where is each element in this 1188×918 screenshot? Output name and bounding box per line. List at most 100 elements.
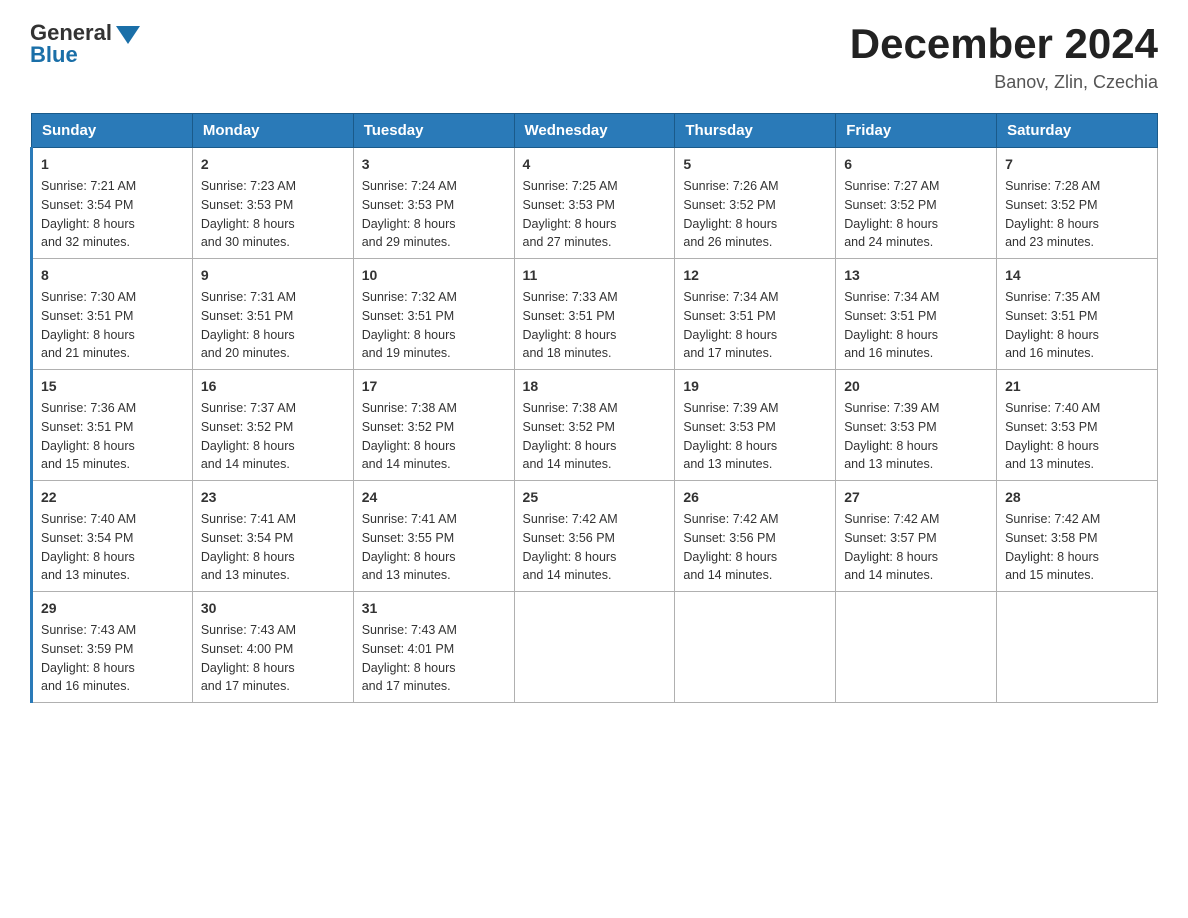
day-info: Sunrise: 7:28 AM Sunset: 3:52 PM Dayligh… (1005, 179, 1100, 249)
calendar-cell: 5 Sunrise: 7:26 AM Sunset: 3:52 PM Daylig… (675, 148, 836, 259)
day-number: 1 (41, 154, 184, 175)
day-number: 27 (844, 487, 988, 508)
day-info: Sunrise: 7:32 AM Sunset: 3:51 PM Dayligh… (362, 290, 457, 360)
calendar-week-row: 29 Sunrise: 7:43 AM Sunset: 3:59 PM Dayli… (32, 592, 1158, 703)
calendar-cell: 2 Sunrise: 7:23 AM Sunset: 3:53 PM Daylig… (192, 148, 353, 259)
calendar-cell: 16Sunrise: 7:37 AM Sunset: 3:52 PM Dayli… (192, 370, 353, 481)
day-number: 31 (362, 598, 506, 619)
calendar-cell: 23 Sunrise: 7:41 AM Sunset: 3:54 PM Dayli… (192, 481, 353, 592)
calendar-cell: 19Sunrise: 7:39 AM Sunset: 3:53 PM Dayli… (675, 370, 836, 481)
day-info: Sunrise: 7:38 AM Sunset: 3:52 PM Dayligh… (523, 401, 618, 471)
calendar-cell (514, 592, 675, 703)
day-number: 6 (844, 154, 988, 175)
day-number: 30 (201, 598, 345, 619)
calendar-cell: 10 Sunrise: 7:32 AM Sunset: 3:51 PM Dayli… (353, 259, 514, 370)
day-info: Sunrise: 7:36 AM Sunset: 3:51 PM Dayligh… (41, 401, 136, 471)
calendar-header: SundayMondayTuesdayWednesdayThursdayFrid… (32, 114, 1158, 148)
calendar-cell (675, 592, 836, 703)
day-info: Sunrise: 7:30 AM Sunset: 3:51 PM Dayligh… (41, 290, 136, 360)
page-header: General Blue December 2024 Banov, Zlin, … (30, 20, 1158, 93)
weekday-header-tuesday: Tuesday (353, 114, 514, 148)
day-number: 24 (362, 487, 506, 508)
weekday-header-sunday: Sunday (32, 114, 193, 148)
calendar-cell: 21 Sunrise: 7:40 AM Sunset: 3:53 PM Dayli… (997, 370, 1158, 481)
day-info: Sunrise: 7:40 AM Sunset: 3:54 PM Dayligh… (41, 512, 136, 582)
calendar-cell: 27 Sunrise: 7:42 AM Sunset: 3:57 PM Dayli… (836, 481, 997, 592)
day-info: Sunrise: 7:43 AM Sunset: 4:00 PM Dayligh… (201, 623, 296, 693)
day-info: Sunrise: 7:27 AM Sunset: 3:52 PM Dayligh… (844, 179, 939, 249)
day-number: 4 (523, 154, 667, 175)
month-title: December 2024 (850, 20, 1158, 68)
day-number: 23 (201, 487, 345, 508)
calendar-cell: 26Sunrise: 7:42 AM Sunset: 3:56 PM Dayli… (675, 481, 836, 592)
day-info: Sunrise: 7:42 AM Sunset: 3:58 PM Dayligh… (1005, 512, 1100, 582)
day-number: 22 (41, 487, 184, 508)
day-number: 8 (41, 265, 184, 286)
weekday-header-row: SundayMondayTuesdayWednesdayThursdayFrid… (32, 114, 1158, 148)
day-info: Sunrise: 7:24 AM Sunset: 3:53 PM Dayligh… (362, 179, 457, 249)
calendar-cell: 11 Sunrise: 7:33 AM Sunset: 3:51 PM Dayli… (514, 259, 675, 370)
day-info: Sunrise: 7:38 AM Sunset: 3:52 PM Dayligh… (362, 401, 457, 471)
calendar-week-row: 1 Sunrise: 7:21 AM Sunset: 3:54 PM Daylig… (32, 148, 1158, 259)
calendar-cell: 9Sunrise: 7:31 AM Sunset: 3:51 PM Daylig… (192, 259, 353, 370)
day-number: 5 (683, 154, 827, 175)
title-area: December 2024 Banov, Zlin, Czechia (850, 20, 1158, 93)
day-number: 13 (844, 265, 988, 286)
day-info: Sunrise: 7:41 AM Sunset: 3:54 PM Dayligh… (201, 512, 296, 582)
day-info: Sunrise: 7:42 AM Sunset: 3:56 PM Dayligh… (523, 512, 618, 582)
day-info: Sunrise: 7:43 AM Sunset: 4:01 PM Dayligh… (362, 623, 457, 693)
day-info: Sunrise: 7:40 AM Sunset: 3:53 PM Dayligh… (1005, 401, 1100, 471)
day-number: 20 (844, 376, 988, 397)
day-number: 15 (41, 376, 184, 397)
day-number: 10 (362, 265, 506, 286)
day-info: Sunrise: 7:34 AM Sunset: 3:51 PM Dayligh… (683, 290, 778, 360)
day-number: 21 (1005, 376, 1149, 397)
day-info: Sunrise: 7:43 AM Sunset: 3:59 PM Dayligh… (41, 623, 136, 693)
day-info: Sunrise: 7:33 AM Sunset: 3:51 PM Dayligh… (523, 290, 618, 360)
day-number: 26 (683, 487, 827, 508)
weekday-header-wednesday: Wednesday (514, 114, 675, 148)
calendar-cell: 20 Sunrise: 7:39 AM Sunset: 3:53 PM Dayli… (836, 370, 997, 481)
day-info: Sunrise: 7:23 AM Sunset: 3:53 PM Dayligh… (201, 179, 296, 249)
day-number: 16 (201, 376, 345, 397)
day-number: 11 (523, 265, 667, 286)
calendar-cell: 3 Sunrise: 7:24 AM Sunset: 3:53 PM Daylig… (353, 148, 514, 259)
day-number: 28 (1005, 487, 1149, 508)
calendar-week-row: 22 Sunrise: 7:40 AM Sunset: 3:54 PM Dayli… (32, 481, 1158, 592)
calendar-cell: 1 Sunrise: 7:21 AM Sunset: 3:54 PM Daylig… (32, 148, 193, 259)
logo-triangle-icon (116, 26, 140, 44)
day-info: Sunrise: 7:39 AM Sunset: 3:53 PM Dayligh… (844, 401, 939, 471)
day-info: Sunrise: 7:41 AM Sunset: 3:55 PM Dayligh… (362, 512, 457, 582)
calendar-cell (997, 592, 1158, 703)
calendar-cell: 30 Sunrise: 7:43 AM Sunset: 4:00 PM Dayli… (192, 592, 353, 703)
day-number: 29 (41, 598, 184, 619)
calendar-week-row: 8 Sunrise: 7:30 AM Sunset: 3:51 PM Daylig… (32, 259, 1158, 370)
day-number: 2 (201, 154, 345, 175)
calendar-cell: 4 Sunrise: 7:25 AM Sunset: 3:53 PM Daylig… (514, 148, 675, 259)
day-info: Sunrise: 7:25 AM Sunset: 3:53 PM Dayligh… (523, 179, 618, 249)
day-number: 3 (362, 154, 506, 175)
day-info: Sunrise: 7:26 AM Sunset: 3:52 PM Dayligh… (683, 179, 778, 249)
calendar-cell: 15 Sunrise: 7:36 AM Sunset: 3:51 PM Dayli… (32, 370, 193, 481)
calendar-cell: 13Sunrise: 7:34 AM Sunset: 3:51 PM Dayli… (836, 259, 997, 370)
day-info: Sunrise: 7:21 AM Sunset: 3:54 PM Dayligh… (41, 179, 136, 249)
day-number: 9 (201, 265, 345, 286)
day-number: 19 (683, 376, 827, 397)
calendar-cell: 8 Sunrise: 7:30 AM Sunset: 3:51 PM Daylig… (32, 259, 193, 370)
calendar-cell: 24 Sunrise: 7:41 AM Sunset: 3:55 PM Dayli… (353, 481, 514, 592)
calendar-table: SundayMondayTuesdayWednesdayThursdayFrid… (30, 113, 1158, 703)
calendar-cell (836, 592, 997, 703)
calendar-cell: 25 Sunrise: 7:42 AM Sunset: 3:56 PM Dayli… (514, 481, 675, 592)
day-info: Sunrise: 7:42 AM Sunset: 3:57 PM Dayligh… (844, 512, 939, 582)
calendar-cell: 14Sunrise: 7:35 AM Sunset: 3:51 PM Dayli… (997, 259, 1158, 370)
calendar-cell: 18Sunrise: 7:38 AM Sunset: 3:52 PM Dayli… (514, 370, 675, 481)
day-number: 7 (1005, 154, 1149, 175)
calendar-body: 1 Sunrise: 7:21 AM Sunset: 3:54 PM Daylig… (32, 148, 1158, 703)
calendar-cell: 22 Sunrise: 7:40 AM Sunset: 3:54 PM Dayli… (32, 481, 193, 592)
weekday-header-thursday: Thursday (675, 114, 836, 148)
weekday-header-saturday: Saturday (997, 114, 1158, 148)
calendar-cell: 31 Sunrise: 7:43 AM Sunset: 4:01 PM Dayli… (353, 592, 514, 703)
calendar-cell: 29 Sunrise: 7:43 AM Sunset: 3:59 PM Dayli… (32, 592, 193, 703)
day-info: Sunrise: 7:35 AM Sunset: 3:51 PM Dayligh… (1005, 290, 1100, 360)
day-number: 25 (523, 487, 667, 508)
